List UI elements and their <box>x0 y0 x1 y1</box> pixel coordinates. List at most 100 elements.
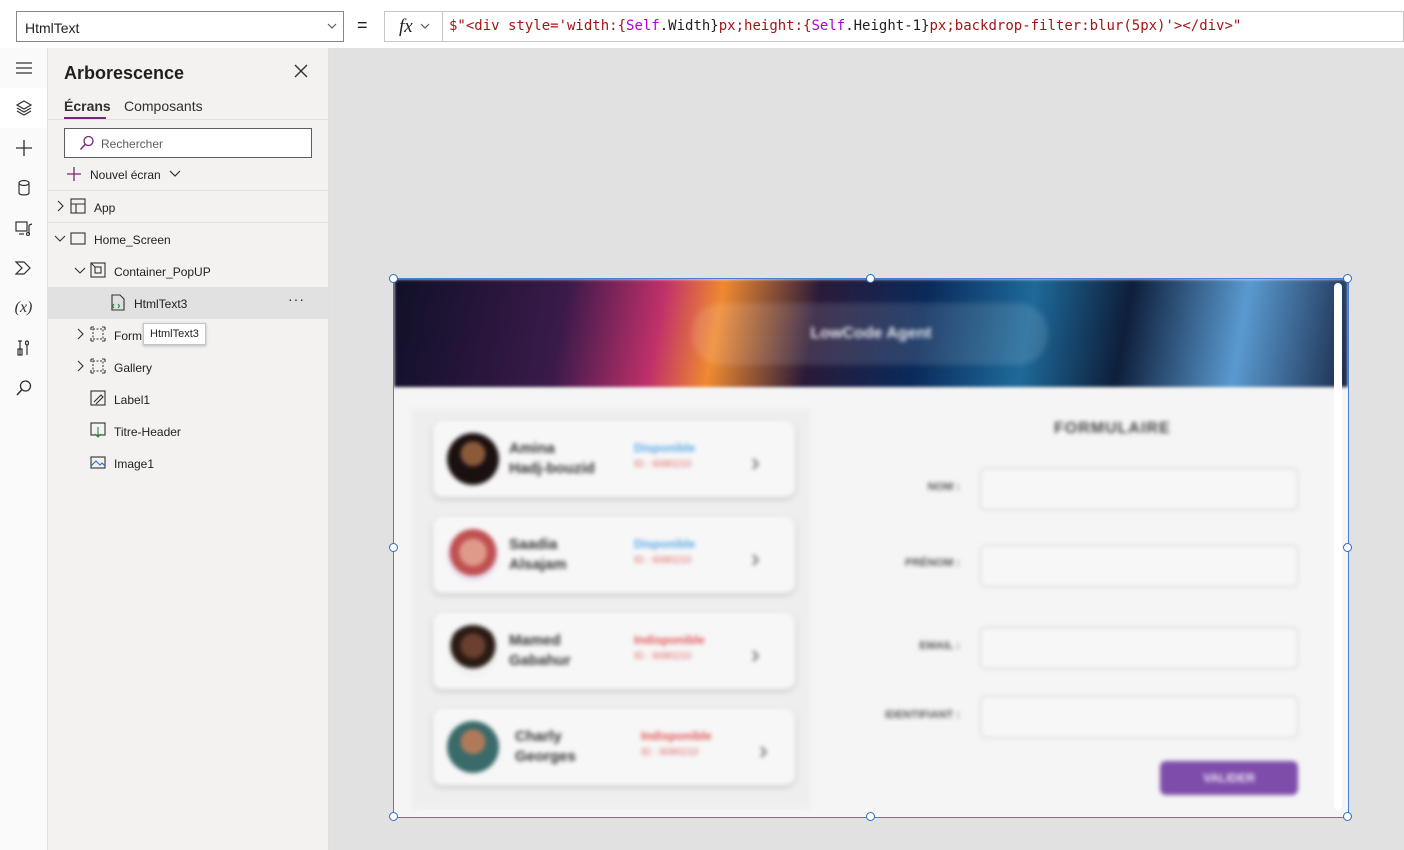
fx-button[interactable]: fx <box>384 11 443 42</box>
formula-input[interactable]: $"<div style='width:{Self.Width}px;heigh… <box>443 11 1404 42</box>
formula-token: Self <box>626 18 660 34</box>
form-input <box>980 627 1298 669</box>
resize-handle[interactable] <box>1343 812 1352 821</box>
chevron-right-icon[interactable] <box>74 360 86 375</box>
tree-view-layers-icon[interactable] <box>0 88 47 128</box>
avatar <box>447 529 499 581</box>
tree-item-htmltext3[interactable]: HtmlText3 ··· <box>48 287 328 319</box>
plus-icon <box>66 166 82 185</box>
submit-button: VALIDER <box>1160 761 1298 795</box>
power-automate-icon[interactable] <box>0 248 47 288</box>
tree-item-gallery[interactable]: Gallery <box>48 351 328 383</box>
header-title: LowCode Agent <box>810 325 932 342</box>
resize-handle[interactable] <box>1343 543 1352 552</box>
tab-components[interactable]: Composants <box>124 98 203 114</box>
card-name-line1: Amina <box>509 440 555 457</box>
design-canvas[interactable]: LowCode Agent Amina Hadj-bouzid Disponibl… <box>329 48 1404 850</box>
fx-icon: fx <box>399 16 413 37</box>
tab-screens[interactable]: Écrans <box>64 98 111 114</box>
card-name: Saadia Alsajam <box>509 535 609 575</box>
data-icon[interactable] <box>0 168 47 208</box>
chevron-right-icon[interactable] <box>54 200 66 215</box>
chevron-right-icon: › <box>751 543 760 573</box>
menu-icon[interactable] <box>0 48 47 88</box>
insert-plus-icon[interactable] <box>0 128 47 168</box>
tree-item-label: Gallery <box>114 361 153 375</box>
card-id: ID : 6080210 <box>634 459 692 470</box>
variables-glyph: (x) <box>14 299 33 316</box>
card-name-line2: Georges <box>515 748 576 765</box>
gallery-card: Saadia Alsajam Disponible ID : 6080210 › <box>433 517 795 593</box>
chevron-right-icon: › <box>759 735 768 765</box>
tree-item-label: HtmlText3 <box>134 297 188 311</box>
card-name-line1: Mamed <box>509 632 561 649</box>
left-rail: (x) <box>0 48 48 850</box>
card-status: Disponible <box>634 537 696 551</box>
avatar <box>447 721 499 773</box>
tree-item-titre-header[interactable]: Titre-Header <box>48 415 328 447</box>
resize-handle[interactable] <box>866 812 875 821</box>
resize-handle[interactable] <box>866 274 875 283</box>
scrollbar <box>1334 283 1342 810</box>
image-icon <box>90 456 106 472</box>
tree-item-label: Container_PopUP <box>114 265 211 279</box>
chevron-down-icon <box>419 20 431 35</box>
form-label: NOM : <box>927 481 960 493</box>
app-icon <box>70 198 86 217</box>
card-name-line2: Hadj-bouzid <box>509 460 595 477</box>
formula-token: .Width} <box>659 18 719 34</box>
new-screen-label: Nouvel écran <box>90 168 161 182</box>
tree-item-label1[interactable]: Label1 <box>48 383 328 415</box>
formula-token: $"<div style='width:{ <box>449 18 627 34</box>
new-screen-button[interactable]: Nouvel écran <box>66 165 181 185</box>
card-name-line2: Alsajam <box>509 556 567 573</box>
card-name-line1: Charly <box>515 728 562 745</box>
formula-token: .Height-1} <box>845 18 930 34</box>
card-name: Mamed Gabahur <box>509 631 609 671</box>
form-title: FORMULAIRE <box>1054 420 1171 437</box>
search-placeholder: Rechercher <box>101 137 164 151</box>
tree-item-app[interactable]: App <box>48 191 328 223</box>
tooltip: HtmlText3 <box>143 323 206 345</box>
chevron-right-icon[interactable] <box>74 328 86 343</box>
chevron-right-icon: › <box>751 447 760 477</box>
tree-item-label: Titre-Header <box>114 425 181 439</box>
avatar <box>447 625 499 677</box>
resize-handle[interactable] <box>389 274 398 283</box>
more-options-icon[interactable]: ··· <box>288 291 305 307</box>
search-input[interactable]: Rechercher <box>64 128 312 158</box>
tools-icon[interactable] <box>0 328 47 368</box>
label-icon <box>90 390 106 409</box>
tree-item-image1[interactable]: Image1 <box>48 447 328 479</box>
divider <box>48 119 328 120</box>
resize-handle[interactable] <box>389 543 398 552</box>
property-dropdown[interactable]: HtmlText <box>16 11 344 42</box>
tree-item-label: Form <box>114 329 142 343</box>
search-icon[interactable] <box>0 368 47 408</box>
card-id: ID : 6080210 <box>641 747 699 758</box>
resize-handle[interactable] <box>389 812 398 821</box>
tree-item-container-popup[interactable]: Container_PopUP <box>48 255 328 287</box>
tree-item-label: App <box>94 201 116 215</box>
card-status: Indisponible <box>641 729 712 743</box>
chevron-down-icon <box>169 168 181 183</box>
tree-view-panel: Arborescence Écrans Composants Recherche… <box>48 48 329 850</box>
container-icon <box>90 262 106 281</box>
close-icon[interactable] <box>294 64 308 81</box>
variables-icon[interactable]: (x) <box>0 288 47 328</box>
card-name: Charly Georges <box>515 727 615 767</box>
avatar <box>447 433 499 485</box>
resize-handle[interactable] <box>1343 274 1352 283</box>
chevron-down-icon[interactable] <box>74 264 86 279</box>
formula-bar: HtmlText = fx $"<div style='width:{Self.… <box>0 0 1404 49</box>
formula-token: px;backdrop-filter:blur(5px)'></div>" <box>929 18 1242 34</box>
card-name: Amina Hadj-bouzid <box>509 439 609 479</box>
form-input <box>980 545 1298 587</box>
chevron-down-icon[interactable] <box>54 232 66 247</box>
media-icon[interactable] <box>0 208 47 248</box>
screen-icon <box>70 232 86 248</box>
tree-item-label: Home_Screen <box>94 233 171 247</box>
chevron-right-icon: › <box>751 639 760 669</box>
tree-item-home-screen[interactable]: Home_Screen <box>48 223 328 255</box>
chevron-down-icon <box>325 19 339 36</box>
